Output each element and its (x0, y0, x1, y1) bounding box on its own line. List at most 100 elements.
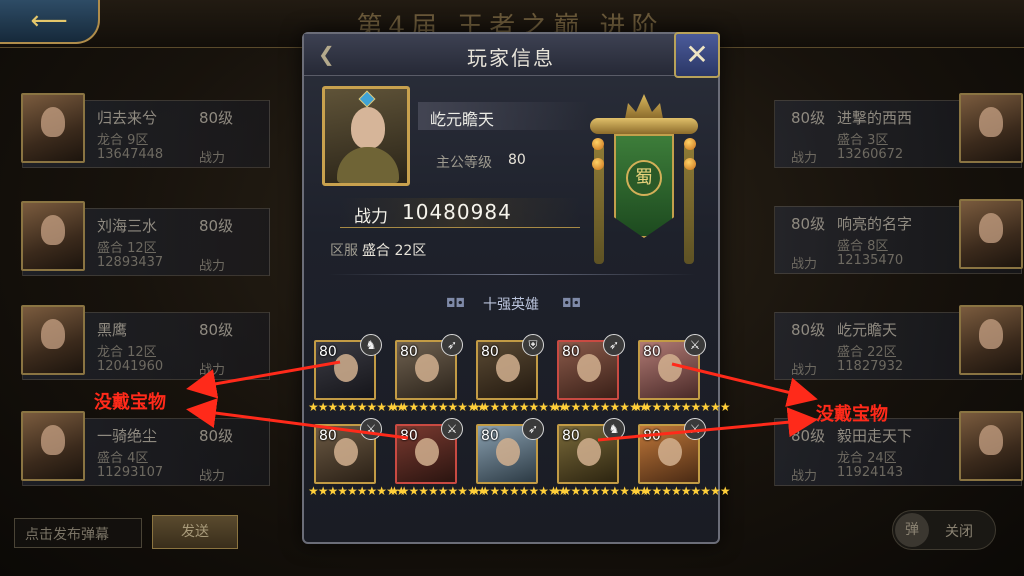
player-level: 80级 (791, 427, 826, 445)
lord-level-label: 主公等级 (436, 155, 492, 171)
player-level: 80级 (791, 109, 826, 127)
hero-stars: ★★★★★★★★★★ (551, 400, 650, 414)
danmaku-toggle-knob[interactable]: 弹 (895, 513, 929, 547)
player-level: 80级 (199, 217, 234, 235)
player-power-label: 战力 (791, 469, 818, 484)
hero-level: 80 (643, 428, 661, 444)
power-value: 10480984 (402, 200, 512, 224)
hero-face (658, 438, 682, 466)
player-server: 龙合 24区 (837, 451, 897, 466)
hero-face (334, 354, 358, 382)
banner-ball-icon (592, 138, 604, 150)
player-avatar (21, 411, 85, 481)
sword-icon: ⚔ (360, 418, 382, 440)
hero-card[interactable]: 80 ➶ ★★★★★★★★★★ (551, 334, 650, 414)
player-power: 12041960 (97, 359, 164, 374)
danmaku-input[interactable]: 点击发布弹幕 (14, 518, 142, 548)
annotation-label-left: 没戴宝物 (94, 392, 166, 413)
banner-ball-icon (684, 158, 696, 170)
server-label: 区服 (330, 243, 358, 259)
hero-level: 80 (481, 344, 499, 360)
player-power: 12893437 (97, 255, 164, 270)
top-heroes-title: 十强英雄 (483, 297, 539, 313)
player-power-label: 战力 (791, 363, 818, 378)
player-server: 盛合 22区 (837, 345, 897, 360)
faction-emblem: 蜀 (626, 160, 662, 196)
close-button[interactable]: ✕ (674, 32, 720, 78)
player-power-label: 战力 (199, 259, 226, 274)
horse-icon: ♞ (360, 334, 382, 356)
player-power: 11293107 (97, 465, 164, 480)
sword-icon: ⚔ (684, 418, 706, 440)
player-power: 13647448 (97, 147, 164, 162)
hero-card[interactable]: 80 ➶ ★★★★★★★★★★ (389, 334, 488, 414)
player-avatar (959, 305, 1023, 375)
hero-card[interactable]: 80 ⛨ ★★★★★★★★★★ (470, 334, 569, 414)
banner-ball-icon (592, 158, 604, 170)
bracket-player-row[interactable]: 80级 响亮的名字 盛合 8区 战力 12135470 (774, 199, 1023, 274)
player-server: 盛合 3区 (837, 133, 889, 148)
hero-card[interactable]: 80 ⚔ ★★★★★★★★★★ (308, 418, 407, 498)
portrait-gem-icon (358, 90, 376, 108)
server-value: 盛合 22区 (362, 243, 427, 259)
hero-stars: ★★★★★★★★★★ (389, 400, 488, 414)
hero-face (496, 438, 520, 466)
hero-card[interactable]: 80 ⚔ ★★★★★★★★★★ (389, 418, 488, 498)
hero-face (496, 354, 520, 382)
bracket-player-row[interactable]: 一骑绝尘 80级 盛合 4区 11293107 战力 (21, 411, 270, 486)
player-power-label: 战力 (199, 151, 226, 166)
banner-bar (590, 118, 698, 134)
player-avatar (21, 93, 85, 163)
bracket-player-row[interactable]: 归去来兮 80级 龙合 9区 13647448 战力 (21, 93, 270, 168)
danmaku-toggle[interactable]: 弹 关闭 (892, 510, 996, 550)
faction-banner: 蜀 (590, 94, 698, 264)
player-level: 80级 (199, 427, 234, 445)
player-avatar (959, 93, 1023, 163)
hero-card[interactable]: 80 ⚔ ★★★★★★★★★★ (632, 334, 731, 414)
player-server: 龙合 9区 (97, 133, 149, 148)
bow-icon: ➶ (603, 334, 625, 356)
annotation-label-right: 没戴宝物 (816, 404, 888, 425)
bracket-player-row[interactable]: 80级 屹元瞻天 盛合 22区 战力 11827932 (774, 305, 1023, 380)
hero-face (658, 354, 682, 382)
player-server: 盛合 4区 (97, 451, 149, 466)
hero-level: 80 (400, 428, 418, 444)
hero-level: 80 (400, 344, 418, 360)
bracket-player-row[interactable]: 80级 进撃的西西 盛合 3区 战力 13260672 (774, 93, 1023, 168)
player-power-label: 战力 (199, 363, 226, 378)
hero-face (415, 354, 439, 382)
player-avatar (959, 199, 1023, 269)
bracket-player-row[interactable]: 刘海三水 80级 盛合 12区 12893437 战力 (21, 201, 270, 276)
player-avatar (21, 201, 85, 271)
hero-card[interactable]: 80 ➶ ★★★★★★★★★★ (470, 418, 569, 498)
hero-card[interactable]: 80 ⚔ ★★★★★★★★★★ (632, 418, 731, 498)
player-avatar (21, 305, 85, 375)
danmaku-toggle-label: 关闭 (945, 524, 973, 540)
modal-title: 玩家信息 (467, 46, 555, 70)
hero-level: 80 (562, 428, 580, 444)
player-name: 毅田走天下 (837, 427, 913, 445)
player-power: 11924143 (837, 465, 904, 480)
horse-icon: ♞ (603, 418, 625, 440)
hero-stars: ★★★★★★★★★★ (470, 484, 569, 498)
hero-level: 80 (319, 428, 337, 444)
player-portrait (322, 86, 410, 186)
shield-icon: ⛨ (522, 334, 544, 356)
hero-stars: ★★★★★★★★★★ (632, 484, 731, 498)
bow-icon: ➶ (522, 418, 544, 440)
bow-icon: ➶ (441, 334, 463, 356)
hero-stars: ★★★★★★★★★★ (308, 484, 407, 498)
hero-stars: ★★★★★★★★★★ (551, 484, 650, 498)
player-server: 龙合 12区 (97, 345, 157, 360)
player-server: 盛合 12区 (97, 241, 157, 256)
send-button[interactable]: 发送 (152, 515, 238, 549)
player-name: 屹元瞻天 (837, 321, 898, 339)
hero-card[interactable]: 80 ♞ ★★★★★★★★★★ (551, 418, 650, 498)
bracket-player-row[interactable]: 80级 毅田走天下 龙合 24区 战力 11924143 (774, 411, 1023, 486)
section-divider (328, 274, 696, 275)
hero-card[interactable]: 80 ♞ ★★★★★★★★★★ (308, 334, 407, 414)
back-arrow-icon: ⟵ (30, 6, 68, 36)
back-button[interactable]: ⟵ (0, 0, 100, 44)
bracket-player-row[interactable]: 黑鹰 80级 龙合 12区 12041960 战力 (21, 305, 270, 380)
player-power: 13260672 (837, 147, 904, 162)
